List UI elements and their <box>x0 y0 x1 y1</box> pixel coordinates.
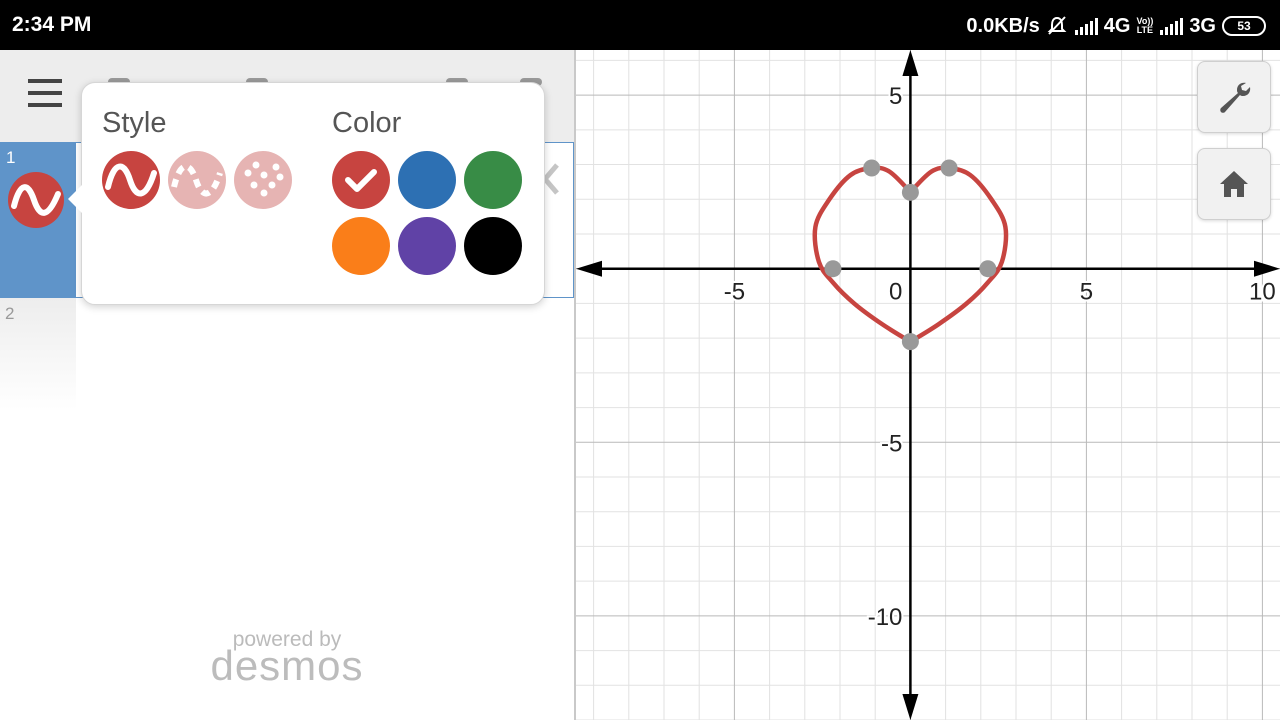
graph-point <box>979 260 997 278</box>
mute-alarm-icon <box>1046 15 1068 37</box>
style-heading: Style <box>102 107 167 139</box>
x-axis-arrow-left <box>576 260 602 277</box>
popover-pointer <box>68 185 82 213</box>
status-bar: 2:34 PM 0.0KB/s 4G Vo)) LTE 3G 53 <box>0 0 1280 50</box>
wrench-icon <box>1220 82 1251 113</box>
graph-point <box>863 159 881 177</box>
color-blue-option[interactable] <box>398 151 456 209</box>
x-axis-arrow-right <box>1254 260 1280 277</box>
expression-gutter: 2 <box>0 298 76 410</box>
status-time: 2:34 PM <box>12 13 92 36</box>
status-indicators: 0.0KB/s 4G Vo)) LTE 3G 53 <box>966 13 1266 39</box>
grid-major <box>576 50 1280 720</box>
expression-row-2[interactable]: 2 <box>0 298 574 410</box>
checkmark-icon <box>345 169 377 192</box>
y-axis-arrow-top <box>902 50 919 76</box>
graph-point <box>940 159 958 177</box>
battery-level: 53 <box>1237 19 1251 33</box>
graph-point <box>901 183 919 201</box>
x-tick-label: 0 <box>889 279 902 306</box>
color-black-option[interactable] <box>464 217 522 275</box>
color-orange-option[interactable] <box>332 217 390 275</box>
graph-svg[interactable]: -5 0 5 10 5 -5 -10 <box>576 50 1280 721</box>
volte-badge: Vo)) LTE <box>1136 17 1153 35</box>
network-type-1: 4G <box>1103 14 1131 37</box>
y-tick-label: 5 <box>889 83 902 110</box>
x-tick-label: 10 <box>1249 279 1276 306</box>
desmos-logo: desmos <box>210 642 364 689</box>
axes <box>576 50 1280 720</box>
color-red-option[interactable] <box>332 151 390 209</box>
network-type-2: 3G <box>1189 14 1216 37</box>
color-green-option[interactable] <box>464 151 522 209</box>
style-dotted-option[interactable] <box>234 151 292 209</box>
color-purple-option[interactable] <box>398 217 456 275</box>
y-tick-label: -10 <box>868 604 903 631</box>
expression-gutter: 1 <box>0 142 76 298</box>
y-axis-arrow-bottom <box>902 694 919 720</box>
row-number: 2 <box>5 304 15 323</box>
home-icon <box>1220 171 1248 197</box>
x-tick-label: 5 <box>1080 279 1093 306</box>
graph-canvas[interactable]: -5 0 5 10 5 -5 -10 <box>576 50 1280 721</box>
color-heading: Color <box>332 107 402 139</box>
menu-icon[interactable] <box>28 79 64 109</box>
x-tick-label: -5 <box>724 279 745 306</box>
signal-icon <box>1074 17 1098 35</box>
signal-icon <box>1159 17 1184 35</box>
row-number: 1 <box>6 148 16 167</box>
tick-labels: -5 0 5 10 5 -5 -10 <box>722 81 1278 633</box>
grid-minor <box>576 50 1280 721</box>
battery-icon: 53 <box>1222 16 1266 36</box>
y-tick-label: -5 <box>881 430 902 457</box>
style-solid-option[interactable] <box>102 151 160 209</box>
style-dashed-option[interactable] <box>168 151 226 209</box>
volte-line-2: LTE <box>1136 25 1154 35</box>
graph-settings-button[interactable] <box>1197 61 1271 133</box>
style-color-icon[interactable] <box>8 172 64 228</box>
graph-point <box>824 260 842 278</box>
net-speed: 0.0KB/s <box>966 14 1040 37</box>
style-color-popover: Style Color <box>68 82 545 305</box>
graph-point <box>901 333 919 351</box>
home-view-button[interactable] <box>1197 148 1271 220</box>
